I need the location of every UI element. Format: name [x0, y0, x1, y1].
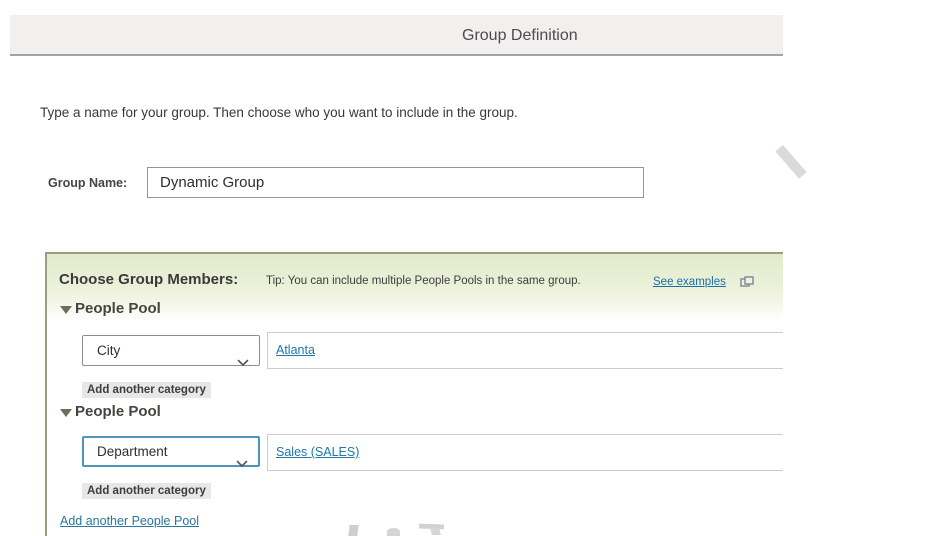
group-name-input[interactable]: [147, 167, 644, 198]
category-select-department[interactable]: Department: [82, 436, 260, 467]
people-pool-title: People Pool: [75, 300, 161, 317]
instruction-text: Type a name for your group. Then choose …: [40, 105, 518, 120]
open-in-new-window-icon[interactable]: [740, 275, 754, 293]
group-name-label: Group Name:: [48, 176, 127, 190]
collapse-triangle-icon[interactable]: [60, 306, 72, 314]
watermark-mark: [387, 528, 400, 536]
collapse-triangle-icon[interactable]: [60, 409, 72, 417]
chevron-down-icon: [237, 348, 249, 377]
watermark-mark: [348, 525, 359, 536]
add-another-category-button[interactable]: Add another category: [82, 483, 211, 499]
group-definition-page: Group Definition Type a name for your gr…: [0, 0, 933, 536]
watermark-mark: [430, 528, 441, 535]
category-select-value: City: [97, 343, 120, 358]
people-pool-title: People Pool: [75, 403, 161, 420]
section-title: Choose Group Members:: [59, 271, 238, 288]
add-another-category-button[interactable]: Add another category: [82, 382, 211, 398]
category-values-field: Sales (SALES): [267, 434, 783, 471]
category-value-link[interactable]: Atlanta: [276, 343, 315, 357]
see-examples-link[interactable]: See examples: [653, 276, 726, 288]
title-bar: [10, 15, 783, 56]
section-tip: Tip: You can include multiple People Poo…: [266, 275, 581, 287]
chevron-down-icon: [236, 450, 248, 477]
choose-group-members-section: Choose Group Members: Tip: You can inclu…: [45, 252, 783, 536]
category-values-field: Atlanta: [267, 332, 783, 369]
watermark-diagonal-mark: [775, 145, 806, 179]
page-title: Group Definition: [462, 27, 578, 45]
add-another-people-pool-link[interactable]: Add another People Pool: [60, 514, 199, 528]
category-select-value: Department: [97, 444, 168, 459]
category-value-link[interactable]: Sales (SALES): [276, 445, 359, 459]
category-select-city[interactable]: City: [82, 335, 260, 366]
